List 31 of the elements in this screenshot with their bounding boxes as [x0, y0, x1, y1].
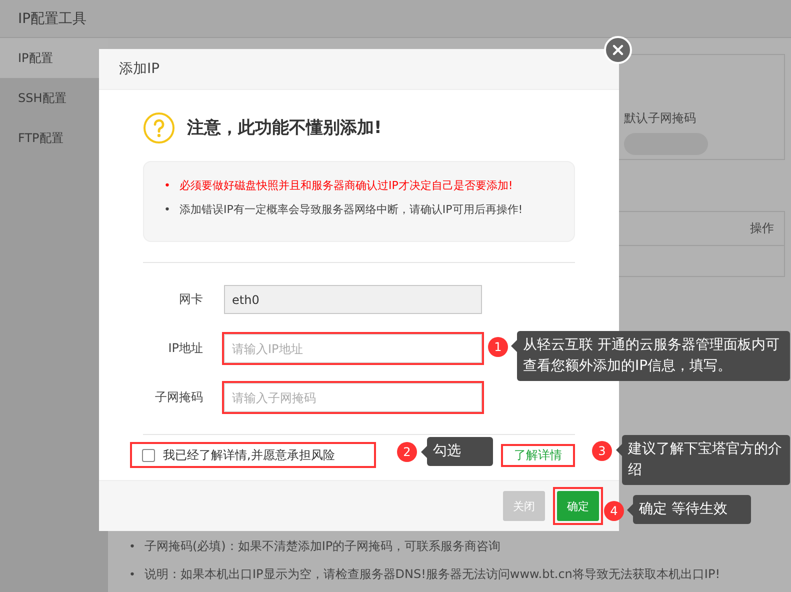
- field-label: 网卡: [178, 291, 203, 308]
- annotation-callout: 勾选: [427, 437, 493, 466]
- warning-text: 必须要做好磁盘快照并且和服务器商确认过IP才决定自己是否要添加!: [180, 178, 513, 193]
- column-header: 操作: [750, 220, 774, 237]
- warning-heading: 注意，此功能不懂别添加!: [187, 117, 382, 139]
- note-text: 子网掩码(必填)：如果不清楚添加IP的子网掩码，可联系服务商咨询: [144, 538, 501, 555]
- confirm-button[interactable]: 确定: [557, 491, 599, 521]
- agree-checkbox[interactable]: 我已经了解详情,并愿意承担风险: [130, 442, 376, 468]
- annotation-callout: 从轻云互联 开通的云服务器管理面板内可查看您额外添加的IP信息，填写。: [517, 331, 790, 381]
- warning-text: 添加错误IP有一定概率会导致服务器网络中断，请确认IP可用后再操作!: [180, 202, 523, 217]
- card-label: 默认子网掩码: [624, 110, 697, 127]
- annotation-callout: 建议了解下宝塔官方的介绍: [622, 435, 790, 485]
- close-icon[interactable]: [604, 36, 632, 64]
- field-label: 子网掩码: [154, 389, 203, 406]
- input-field[interactable]: 请输入IP地址: [224, 334, 482, 363]
- details-link[interactable]: 了解详情: [501, 444, 575, 466]
- bullet-icon: •: [129, 541, 136, 552]
- bullet-icon: •: [164, 204, 170, 215]
- dialog-title: 添加IP: [99, 49, 619, 90]
- checkbox-icon[interactable]: [142, 448, 155, 462]
- sidebar-item[interactable]: IP配置: [0, 38, 108, 78]
- note-text: 说明：如果本机出口IP显示为空，请检查服务器DNS!服务器无法访问www.bt.cn将导致无法获取本机出口IP!: [144, 566, 720, 583]
- input-field[interactable]: 请输入子网掩码: [224, 383, 482, 412]
- annotation-callout: 确定 等待生效: [633, 495, 751, 524]
- question-icon: [143, 112, 175, 144]
- bullet-icon: •: [164, 180, 170, 191]
- field-label: IP地址: [167, 340, 203, 357]
- agree-label: 我已经了解详情,并愿意承担风险: [163, 446, 335, 464]
- step-number-badge: 4: [604, 501, 624, 521]
- bullet-icon: •: [129, 569, 136, 580]
- app-title: IP配置工具: [0, 0, 791, 38]
